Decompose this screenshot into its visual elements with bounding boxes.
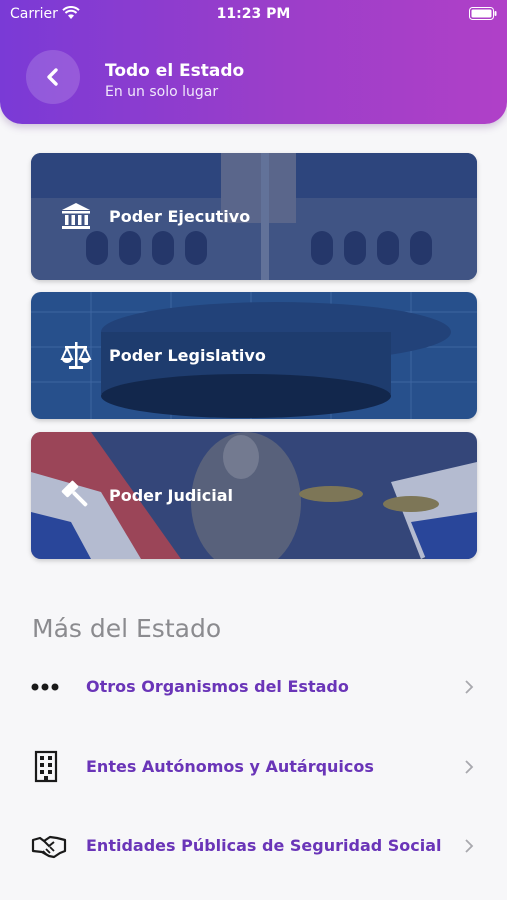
building-icon: [34, 750, 58, 783]
list-item-entidades-publicas[interactable]: Entidades Públicas de Seguridad Social: [0, 816, 507, 876]
page-title: Todo el Estado: [105, 61, 245, 81]
chevron-left-icon: [47, 68, 58, 86]
chevron-right-icon: [465, 839, 474, 853]
handshake-icon: [31, 835, 67, 859]
card-poder-judicial[interactable]: Poder Judicial: [31, 432, 477, 559]
section-title: Más del Estado: [32, 614, 222, 643]
page-subtitle: En un solo lugar: [105, 84, 219, 100]
card-label: Poder Ejecutivo: [109, 207, 251, 226]
chevron-right-icon: [465, 760, 474, 774]
card-background-image: [31, 153, 477, 280]
status-bar: Carrier 11:23 PM: [0, 0, 507, 30]
list-item-label: Otros Organismos del Estado: [86, 677, 349, 696]
list-item-label: Entes Autónomos y Autárquicos: [86, 757, 374, 776]
app-header: Carrier 11:23 PM Todo el Estado En un so…: [0, 0, 507, 124]
building-columns-icon: [62, 203, 90, 229]
card-background-image: [31, 432, 477, 559]
ellipsis-icon: [31, 683, 59, 691]
back-button[interactable]: [26, 50, 80, 104]
list-item-label: Entidades Públicas de Seguridad Social: [86, 836, 442, 855]
list-item-otros-organismos[interactable]: Otros Organismos del Estado: [0, 657, 507, 717]
status-time: 11:23 PM: [216, 6, 291, 22]
chevron-right-icon: [465, 680, 474, 694]
card-label: Poder Judicial: [109, 486, 234, 505]
card-label: Poder Legislativo: [109, 346, 266, 365]
list-item-entes-autonomos[interactable]: Entes Autónomos y Autárquicos: [0, 737, 507, 797]
card-poder-legislativo[interactable]: Poder Legislativo: [31, 292, 477, 419]
battery-icon: [469, 7, 497, 20]
gavel-icon: [61, 480, 88, 507]
scales-icon: [60, 342, 92, 369]
card-poder-ejecutivo[interactable]: Poder Ejecutivo: [31, 153, 477, 280]
